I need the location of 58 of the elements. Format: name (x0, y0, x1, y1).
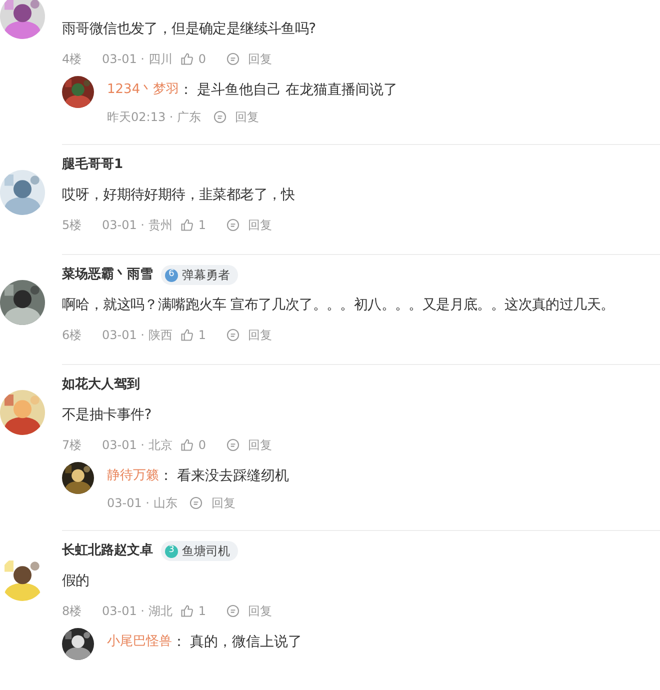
reply-link[interactable]: 回复 (248, 50, 272, 68)
username[interactable]: 腿毛哥哥1 (62, 155, 124, 175)
comment-text: 哎呀，好期待好期待，韭菜都老了，快 (62, 186, 295, 204)
reply-link[interactable]: 回复 (248, 436, 272, 454)
comment-icon[interactable] (226, 604, 240, 618)
floor-number: 7楼 (62, 437, 83, 454)
comment-meta: 03-01 · 湖北 (102, 603, 172, 620)
thumbs-up-icon[interactable] (180, 438, 194, 452)
thumbs-up-icon[interactable] (180, 604, 194, 618)
thumbs-up-icon[interactable] (180, 52, 194, 66)
floor-number: 6楼 (62, 327, 83, 344)
badge-level: 6 (165, 268, 178, 282)
reply-text: 真的，微信上说了 (190, 632, 302, 652)
comment-text: 雨哥微信也发了，但是确定是继续斗鱼吗? (62, 20, 316, 38)
comment-icon[interactable] (189, 496, 204, 510)
username[interactable]: 长虹北路赵文卓 (62, 541, 153, 561)
comment-icon[interactable] (226, 328, 240, 342)
comment-meta: 03-01 · 北京 (102, 437, 172, 454)
comment-meta: 03-01 · 陕西 (102, 327, 172, 344)
reply-separator: ： (172, 632, 186, 652)
reply-meta: 03-01 · 山东 (107, 495, 178, 512)
reply-link[interactable]: 回复 (235, 108, 260, 126)
reply-separator: ： (159, 466, 173, 486)
like-count: 1 (198, 217, 206, 234)
floor-number: 8楼 (62, 603, 83, 620)
floor-number: 5楼 (62, 217, 83, 234)
like-count: 0 (198, 437, 206, 454)
reply-text: 是斗鱼他自己 在龙猫直播间说了 (197, 80, 398, 100)
comment-icon[interactable] (213, 110, 228, 124)
comment-text: 假的 (62, 572, 90, 590)
like-count: 1 (198, 327, 206, 344)
thumbs-up-icon[interactable] (180, 328, 194, 342)
like-count: 1 (198, 603, 206, 620)
thumbs-up-icon[interactable] (180, 218, 194, 232)
floor-number: 4楼 (62, 51, 83, 68)
comment-icon[interactable] (226, 438, 240, 452)
comment-icon[interactable] (226, 218, 240, 232)
comment-icon[interactable] (226, 52, 240, 66)
comment-text: 不是抽卡事件? (62, 406, 152, 424)
reply-meta: 昨天02:13 · 广东 (107, 109, 202, 126)
reply-link[interactable]: 回复 (211, 494, 236, 512)
user-badge: 6 弹幕勇者 (161, 265, 238, 285)
badge-level: 3 (165, 544, 178, 558)
reply-text: 看来没去踩缝纫机 (177, 466, 289, 486)
comment-meta: 03-01 · 四川 (102, 51, 172, 68)
reply-link[interactable]: 回复 (248, 602, 272, 620)
reply-username[interactable]: 小尾巴怪兽 (107, 632, 172, 652)
comment-meta: 03-01 · 贵州 (102, 217, 172, 234)
like-count: 0 (198, 51, 206, 68)
reply-separator: ： (179, 80, 194, 100)
username[interactable]: 菜场恶霸丶雨雪 (62, 265, 153, 285)
reply-link[interactable]: 回复 (248, 216, 272, 234)
comment-text: 啊哈，就这吗？满嘴跑火车 宣布了几次了。。。初八。。。又是月底。。这次真的过几天。 (62, 296, 614, 314)
reply-username[interactable]: 静待万籁 (107, 466, 159, 486)
reply-username[interactable]: 1234丶梦羽 (107, 80, 180, 100)
user-badge: 3 鱼塘司机 (161, 541, 238, 561)
reply-link[interactable]: 回复 (248, 326, 272, 344)
username[interactable]: 如花大人驾到 (62, 375, 140, 395)
